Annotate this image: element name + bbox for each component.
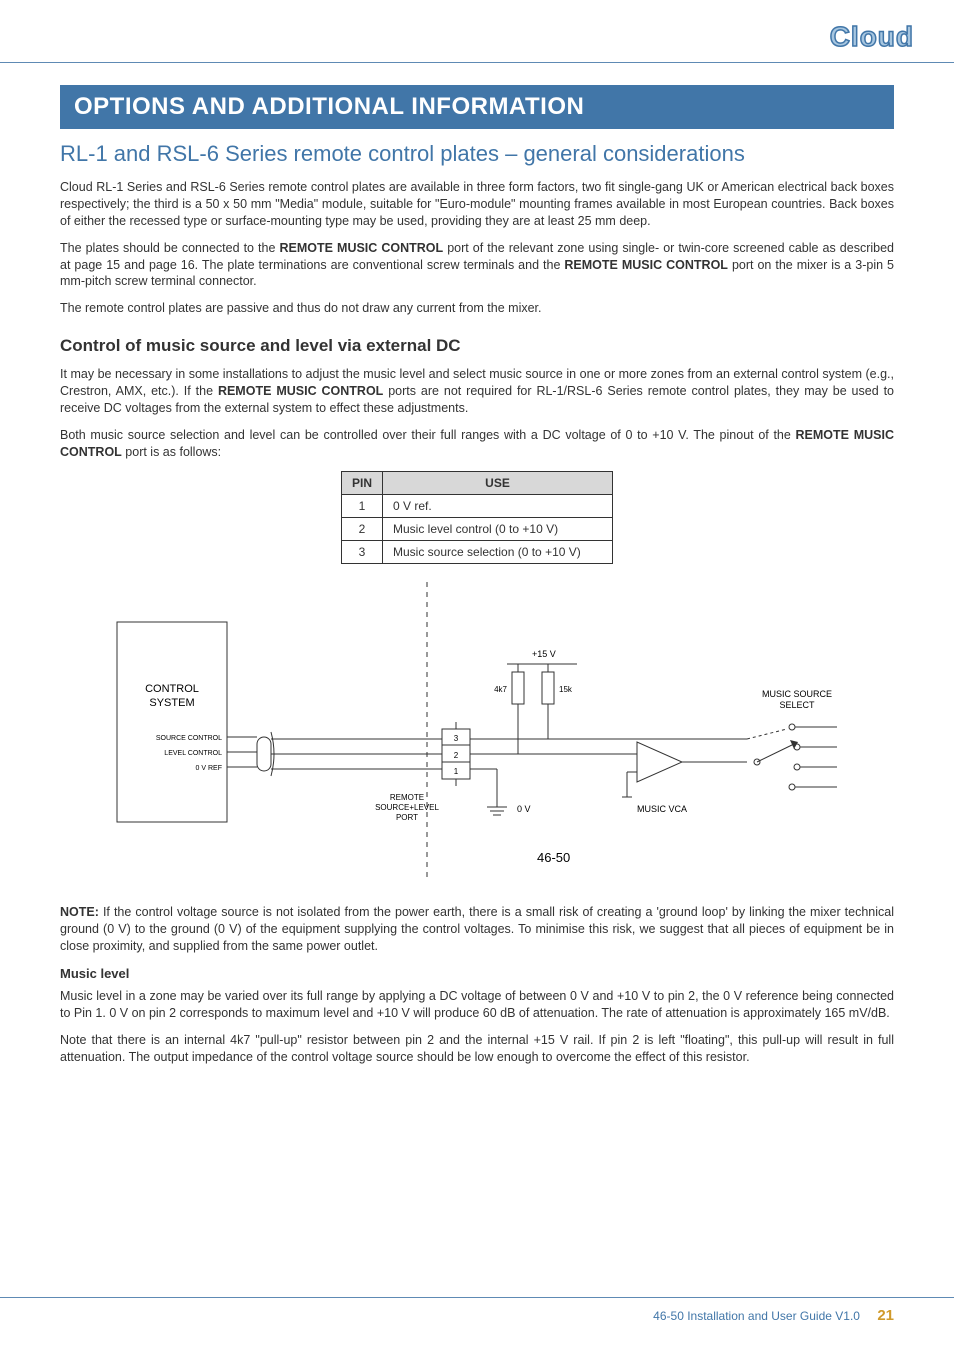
cell-use: Music level control (0 to +10 V)	[383, 517, 613, 540]
section-band-title: OPTIONS AND ADDITIONAL INFORMATION	[60, 85, 894, 129]
pinout-table: PIN USE 1 0 V ref. 2 Music level control…	[341, 471, 613, 565]
para-note: NOTE: If the control voltage source is n…	[60, 904, 894, 955]
label-v-ref: 0 V REF	[196, 765, 222, 772]
table-row: PIN USE	[341, 471, 612, 494]
footer-page-number: 21	[877, 1307, 894, 1324]
label-control-system: CONTROLSYSTEM	[145, 683, 199, 709]
para2-part-a: The plates should be connected to the	[60, 241, 280, 255]
para-intro-2: The plates should be connected to the RE…	[60, 240, 894, 291]
para-dc-2: Both music source selection and level ca…	[60, 427, 894, 461]
para4-bold: REMOTE MUSIC CONTROL	[218, 384, 383, 398]
label-model: 46-50	[537, 850, 570, 865]
para-dc-1: It may be necessary in some installation…	[60, 366, 894, 417]
label-0v: 0 V	[517, 804, 531, 814]
label-pin2: 2	[454, 751, 459, 760]
heading-external-dc: Control of music source and level via ex…	[60, 335, 894, 358]
label-source-control: SOURCE CONTROL	[156, 735, 222, 742]
heading-remote-plates: RL-1 and RSL-6 Series remote control pla…	[60, 139, 894, 169]
cell-use: Music source selection (0 to +10 V)	[383, 541, 613, 564]
page-content: OPTIONS AND ADDITIONAL INFORMATION RL-1 …	[60, 85, 894, 1066]
label-4k7: 4k7	[494, 685, 507, 694]
para-music-level-1: Music level in a zone may be varied over…	[60, 988, 894, 1022]
footer-rule	[0, 1297, 954, 1298]
para2-bold-1: REMOTE MUSIC CONTROL	[280, 241, 444, 255]
top-rule	[0, 62, 954, 63]
note-bold: NOTE:	[60, 905, 99, 919]
th-pin: PIN	[341, 471, 382, 494]
label-15k: 15k	[559, 685, 573, 694]
heading-music-level: Music level	[60, 965, 894, 983]
para-music-level-2: Note that there is an internal 4k7 "pull…	[60, 1032, 894, 1066]
cell-pin: 3	[341, 541, 382, 564]
page-footer: 46-50 Installation and User Guide V1.0 2…	[653, 1306, 894, 1326]
cell-pin: 1	[341, 494, 382, 517]
label-port: REMOTESOURCE+LEVELPORT	[375, 793, 439, 822]
cell-use: 0 V ref.	[383, 494, 613, 517]
footer-text: 46-50 Installation and User Guide V1.0	[653, 1309, 860, 1323]
label-pin1: 1	[454, 767, 459, 776]
note-body: If the control voltage source is not iso…	[60, 905, 894, 953]
table-row: 3 Music source selection (0 to +10 V)	[341, 541, 612, 564]
label-music-vca: MUSIC VCA	[637, 804, 687, 814]
table-row: 1 0 V ref.	[341, 494, 612, 517]
label-music-source-select: MUSIC SOURCESELECT	[762, 689, 832, 710]
label-level-control: LEVEL CONTROL	[164, 750, 222, 757]
label-15v: +15 V	[532, 649, 556, 659]
para2-bold-2: REMOTE MUSIC CONTROL	[564, 258, 728, 272]
para-intro-1: Cloud RL-1 Series and RSL-6 Series remot…	[60, 179, 894, 230]
schematic-diagram: CONTROLSYSTEM SOURCE CONTROL LEVEL CONTR…	[97, 582, 857, 882]
brand-logo: Cloud	[830, 18, 914, 56]
para-intro-3: The remote control plates are passive an…	[60, 300, 894, 317]
para5-part-b: port is as follows:	[122, 445, 221, 459]
label-pin3: 3	[454, 734, 459, 743]
cell-pin: 2	[341, 517, 382, 540]
table-row: 2 Music level control (0 to +10 V)	[341, 517, 612, 540]
schematic-diagram-wrap: CONTROLSYSTEM SOURCE CONTROL LEVEL CONTR…	[60, 582, 894, 882]
para5-part-a: Both music source selection and level ca…	[60, 428, 796, 442]
th-use: USE	[383, 471, 613, 494]
